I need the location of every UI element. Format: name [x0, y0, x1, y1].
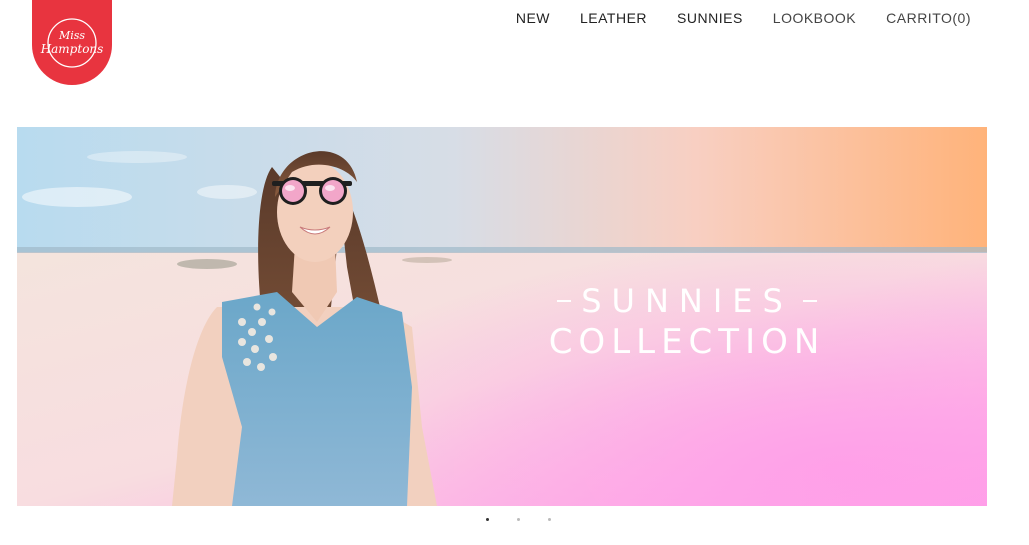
hero-banner[interactable]: SUNNIES COLLECTION [17, 127, 987, 506]
nav-lookbook[interactable]: LOOKBOOK [773, 10, 856, 26]
main-nav: NEW LEATHER SUNNIES LOOKBOOK CARRITO(0) [516, 10, 971, 26]
logo-text-2: Hamptons [40, 42, 104, 56]
nav-new[interactable]: NEW [516, 10, 550, 26]
hero-line-1: SUNNIES [537, 282, 837, 320]
hero-line-2: COLLECTION [548, 322, 826, 362]
dash-left [557, 300, 572, 302]
page: Miss Hamptons NEW LEATHER SUNNIES LOOKBO… [0, 0, 1029, 545]
logo-text-1: Miss [58, 29, 85, 42]
slider-dot-2[interactable] [517, 518, 520, 521]
slider-dots [486, 518, 551, 521]
slider-dot-3[interactable] [548, 518, 551, 521]
hero-line-1-text: SUNNIES [581, 282, 793, 320]
hero-image [17, 127, 987, 506]
nav-sunnies[interactable]: SUNNIES [677, 10, 743, 26]
nav-leather[interactable]: LEATHER [580, 10, 647, 26]
nav-cart[interactable]: CARRITO(0) [886, 10, 971, 26]
brand-logo[interactable]: Miss Hamptons [32, 0, 112, 85]
logo-mark: Miss Hamptons [40, 17, 104, 68]
slider-dot-1[interactable] [486, 518, 489, 521]
hero-headline: SUNNIES COLLECTION [537, 282, 837, 362]
dash-right [802, 300, 817, 302]
